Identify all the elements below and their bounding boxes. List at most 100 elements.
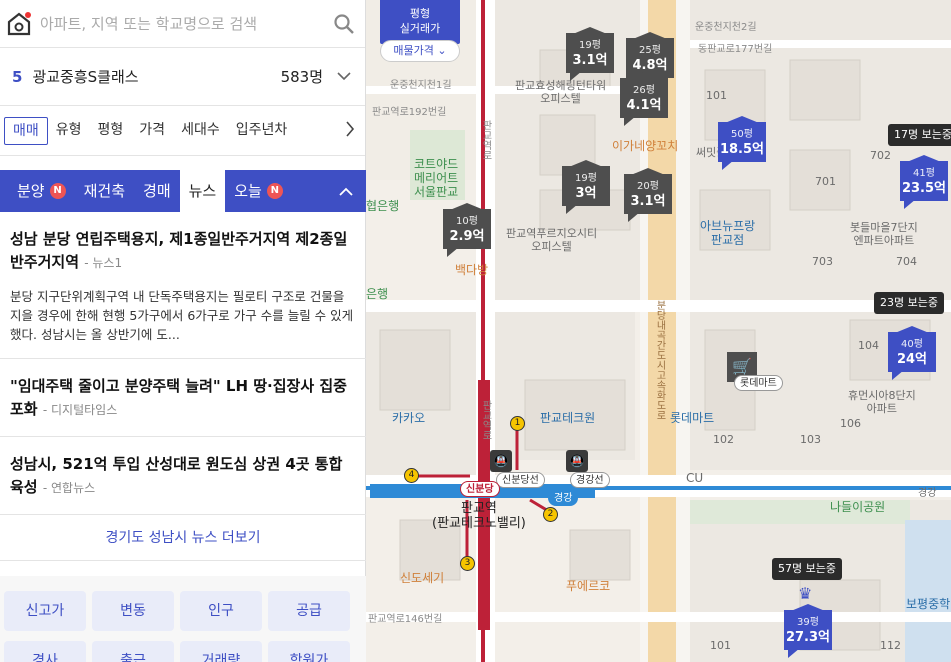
building-number: 702 bbox=[870, 149, 891, 162]
tab-news[interactable]: 뉴스 bbox=[179, 170, 226, 212]
marker-price: 23.5억 bbox=[901, 181, 947, 196]
road-label: 운중천지천1길 bbox=[390, 80, 452, 91]
building-number: 106 bbox=[840, 417, 861, 430]
chevron-right-icon[interactable] bbox=[339, 120, 361, 141]
category-commute[interactable]: 출근 bbox=[92, 641, 174, 662]
building-number: 102 bbox=[713, 433, 734, 446]
category-change[interactable]: 변동 bbox=[92, 591, 174, 631]
station-tag: 신분당 bbox=[460, 481, 500, 497]
new-badge: N bbox=[266, 183, 283, 199]
road-label: 판교역로192번길 bbox=[372, 107, 447, 118]
tab-presale[interactable]: 분양 N bbox=[8, 170, 75, 212]
building-number: 112 bbox=[880, 639, 901, 652]
category-population[interactable]: 인구 bbox=[180, 591, 262, 631]
exit-number-icon: 1 bbox=[510, 416, 525, 431]
filter-households[interactable]: 세대수 bbox=[173, 117, 228, 145]
price-marker[interactable]: 40평 24억 bbox=[888, 326, 936, 380]
news-item[interactable]: 성남 분당 연립주택용지, 제1종일반주거지역 제2종일반주거지역 - 뉴스1 … bbox=[0, 212, 366, 359]
category-academy[interactable]: 학원가 bbox=[268, 641, 350, 662]
price-marker[interactable]: 26평 4.1억 bbox=[620, 72, 668, 126]
place-label: 경강 bbox=[918, 488, 937, 499]
building-number: 104 bbox=[858, 339, 879, 352]
road-label: 동판교로177번길 bbox=[698, 44, 773, 55]
place-label: 백다방 bbox=[455, 263, 489, 277]
exit-number-icon: 4 bbox=[404, 468, 419, 483]
app-logo-icon[interactable] bbox=[6, 11, 32, 37]
price-marker[interactable]: 19평 3.1억 bbox=[566, 27, 614, 81]
road-label: 판교역로 bbox=[480, 120, 491, 160]
road-label: 판교역로 bbox=[480, 400, 491, 440]
place-label: 판교효성해링턴타워 오피스텔 bbox=[515, 79, 607, 105]
news-more-link[interactable]: 경기도 성남시 뉴스 더보기 bbox=[0, 515, 366, 561]
place-label: 보평중학 bbox=[906, 597, 951, 611]
station-tag: 신분당선 bbox=[496, 472, 545, 488]
side-panel: 5 광교중흥S클래스 583명 매매 유형 평형 가격 세대수 입주년차 분양N… bbox=[0, 0, 366, 662]
price-marker[interactable]: 50평 18.5억 bbox=[718, 116, 766, 170]
complex-count: 583명 bbox=[280, 68, 323, 86]
price-type-select[interactable]: 매물가격 ⌄ bbox=[380, 40, 460, 62]
marker-price: 3.1억 bbox=[572, 53, 608, 68]
road-label: 분당내곡간도시고속화도로 bbox=[654, 300, 665, 420]
place-label: 판교테크원 bbox=[540, 411, 596, 425]
category-slope[interactable]: 경사 bbox=[4, 641, 86, 662]
subway-icon[interactable]: 🚇 bbox=[566, 450, 588, 472]
place-label: 판교역푸르지오시티 오피스텔 bbox=[506, 227, 598, 253]
category-supply[interactable]: 공급 bbox=[268, 591, 350, 631]
tab-today[interactable]: 오늘 N bbox=[225, 170, 292, 212]
search-icon[interactable] bbox=[333, 13, 355, 35]
tab-auction[interactable]: 경매 bbox=[134, 170, 180, 212]
marker-price: 27.3억 bbox=[785, 630, 831, 645]
marker-price: 2.9억 bbox=[449, 229, 485, 244]
price-marker[interactable]: 10평 2.9억 bbox=[443, 203, 491, 257]
price-marker[interactable]: 39평 27.3억 bbox=[784, 604, 832, 658]
tab-reconstruction[interactable]: 재건축 bbox=[75, 170, 134, 212]
price-marker[interactable]: 20평 3.1억 bbox=[624, 168, 672, 222]
filter-type[interactable]: 유형 bbox=[48, 117, 90, 145]
price-type-title: 평형 실거래가 bbox=[380, 0, 460, 44]
filter-bar: 매매 유형 평형 가격 세대수 입주년차 bbox=[0, 106, 365, 156]
place-label: 이가네양꼬치 bbox=[612, 139, 679, 153]
news-item[interactable]: 성남시, 521억 투입 산성대로 원도심 상권 4곳 통합 육성 - 연합뉴스 bbox=[0, 437, 366, 515]
filter-trade-type[interactable]: 매매 bbox=[4, 116, 48, 145]
selected-complex-row[interactable]: 5 광교중흥S클래스 583명 bbox=[0, 48, 365, 106]
station-name: 판교역 (판교테크노밸리) bbox=[432, 501, 526, 531]
marker-price: 4.1억 bbox=[626, 98, 662, 113]
chevron-up-icon[interactable] bbox=[326, 182, 366, 201]
filter-price[interactable]: 가격 bbox=[131, 117, 173, 145]
complex-number: 5 bbox=[12, 67, 23, 86]
news-list: 성남 분당 연립주택용지, 제1종일반주거지역 제2종일반주거지역 - 뉴스1 … bbox=[0, 212, 366, 561]
place-label: CU bbox=[686, 471, 704, 485]
news-source: - 연합뉴스 bbox=[42, 481, 96, 495]
category-volume[interactable]: 거래량 bbox=[180, 641, 262, 662]
place-label: 나들이공원 bbox=[830, 500, 886, 514]
building-number: 701 bbox=[815, 175, 836, 188]
station-tag: 경강 bbox=[548, 490, 579, 506]
building-number: 103 bbox=[800, 433, 821, 446]
road-label: 판교역로146번길 bbox=[368, 614, 443, 625]
filter-size[interactable]: 평형 bbox=[90, 117, 132, 145]
viewer-count-badge: 23명 보는중 bbox=[874, 292, 944, 314]
news-item[interactable]: "임대주택 줄이고 분양주택 늘려" LH 땅·집장사 집중포화 - 디지털타임… bbox=[0, 359, 366, 437]
exit-number-icon: 3 bbox=[460, 556, 475, 571]
marker-price: 24억 bbox=[896, 352, 928, 367]
news-headline: 성남 분당 연립주택용지, 제1종일반주거지역 제2종일반주거지역 bbox=[10, 230, 348, 271]
viewer-count-badge: 57명 보는중 bbox=[772, 558, 842, 580]
mart-tag: 롯데마트 bbox=[734, 375, 783, 391]
subway-icon[interactable]: 🚇 bbox=[490, 450, 512, 472]
chevron-down-icon[interactable] bbox=[337, 69, 351, 85]
category-tabs: 분양 N 재건축 경매 뉴스 오늘 N bbox=[0, 170, 366, 212]
filter-move-in-year[interactable]: 입주년차 bbox=[228, 117, 296, 145]
search-input[interactable] bbox=[40, 14, 333, 33]
place-label: 협은행 bbox=[366, 199, 400, 213]
tab-label: 오늘 bbox=[234, 182, 262, 200]
price-type-control[interactable]: 평형 실거래가 매물가격 ⌄ bbox=[380, 0, 460, 62]
news-summary: 분당 지구단위계획구역 내 단독주택용지는 필로티 구조로 건물을 지을 경우에… bbox=[10, 289, 354, 342]
category-new-high[interactable]: 신고가 bbox=[4, 591, 86, 631]
place-label: 은행 bbox=[366, 287, 389, 301]
place-label: 롯데마트 bbox=[670, 411, 715, 425]
marker-price: 18.5억 bbox=[719, 142, 765, 157]
price-marker[interactable]: 19평 3억 bbox=[562, 160, 610, 214]
news-source: - 디지털타임스 bbox=[42, 403, 118, 417]
tab-label: 경매 bbox=[143, 182, 171, 200]
price-marker[interactable]: 41평 23.5억 bbox=[900, 155, 948, 209]
